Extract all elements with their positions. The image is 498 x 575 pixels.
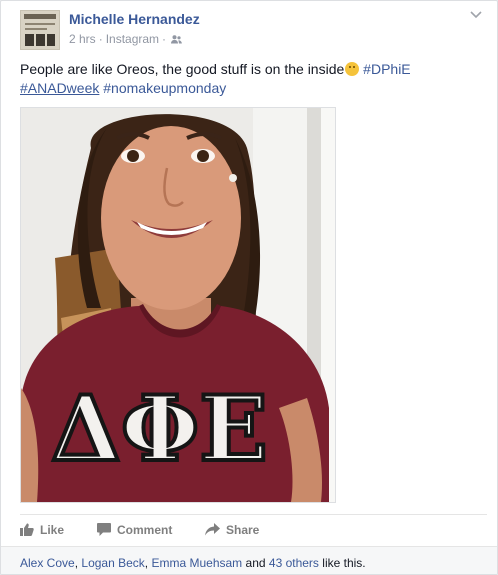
post-source[interactable]: Instagram (106, 32, 159, 46)
meta-separator: · (98, 32, 103, 46)
author-name[interactable]: Michelle Hernandez (69, 11, 200, 27)
avatar[interactable] (20, 10, 60, 50)
post-text: People are like Oreos, the good stuff is… (20, 60, 480, 98)
selfie-illustration: ΔΦΕ (21, 108, 335, 502)
liker-name[interactable]: Emma Muehsam (151, 556, 242, 570)
hashtag-link[interactable]: #DPhiE (363, 61, 410, 77)
hashtag-link[interactable]: #nomakeupmonday (103, 80, 226, 96)
like-button[interactable]: Like (20, 515, 64, 545)
likes-bar: Alex Cove, Logan Beck, Emma Muehsam and … (1, 546, 497, 574)
meta-separator: · (162, 32, 167, 46)
thumbs-up-icon (20, 523, 34, 536)
post-card: Michelle Hernandez 2 hrs · Instagram · Peop… (0, 0, 498, 575)
share-label: Share (226, 523, 260, 537)
post-header: Michelle Hernandez 2 hrs · Instagram · (20, 10, 487, 50)
like-label: Like (40, 523, 65, 537)
post-message: People are like Oreos, the good stuff is… (20, 61, 345, 77)
share-button[interactable]: Share (205, 515, 259, 545)
post-time[interactable]: 2 hrs (69, 32, 96, 46)
avatar-figure (47, 34, 55, 46)
liker-name[interactable]: Logan Beck (81, 556, 144, 570)
share-arrow-icon (205, 523, 220, 536)
avatar-banner (24, 14, 56, 19)
smiling-face-icon (345, 62, 360, 76)
comment-button[interactable]: Comment (97, 515, 172, 545)
comma: , (74, 556, 79, 570)
avatar-line (25, 28, 47, 30)
avatar-figure (25, 34, 34, 46)
comment-label: Comment (117, 523, 173, 537)
post-meta: 2 hrs · Instagram · (69, 32, 182, 46)
comma: , (144, 556, 149, 570)
avatar-line (25, 23, 55, 25)
others-link[interactable]: 43 others (269, 556, 319, 570)
liker-name[interactable]: Alex Cove (20, 556, 75, 570)
shirt-letters: ΔΦΕ (51, 376, 268, 482)
likes-summary: Alex Cove, Logan Beck, Emma Muehsam and … (20, 556, 366, 570)
friends-icon[interactable] (171, 35, 182, 44)
and-text: and (245, 556, 266, 570)
likes-suffix: like this. (322, 556, 366, 570)
hashtag-link[interactable]: #ANADweek (20, 80, 99, 96)
post-photo[interactable]: ΔΦΕ (20, 107, 336, 503)
speech-bubble-icon (97, 523, 111, 536)
avatar-figure (36, 34, 45, 46)
chevron-down-icon[interactable] (469, 10, 483, 20)
post-actions: Like Comment Share (20, 514, 487, 545)
